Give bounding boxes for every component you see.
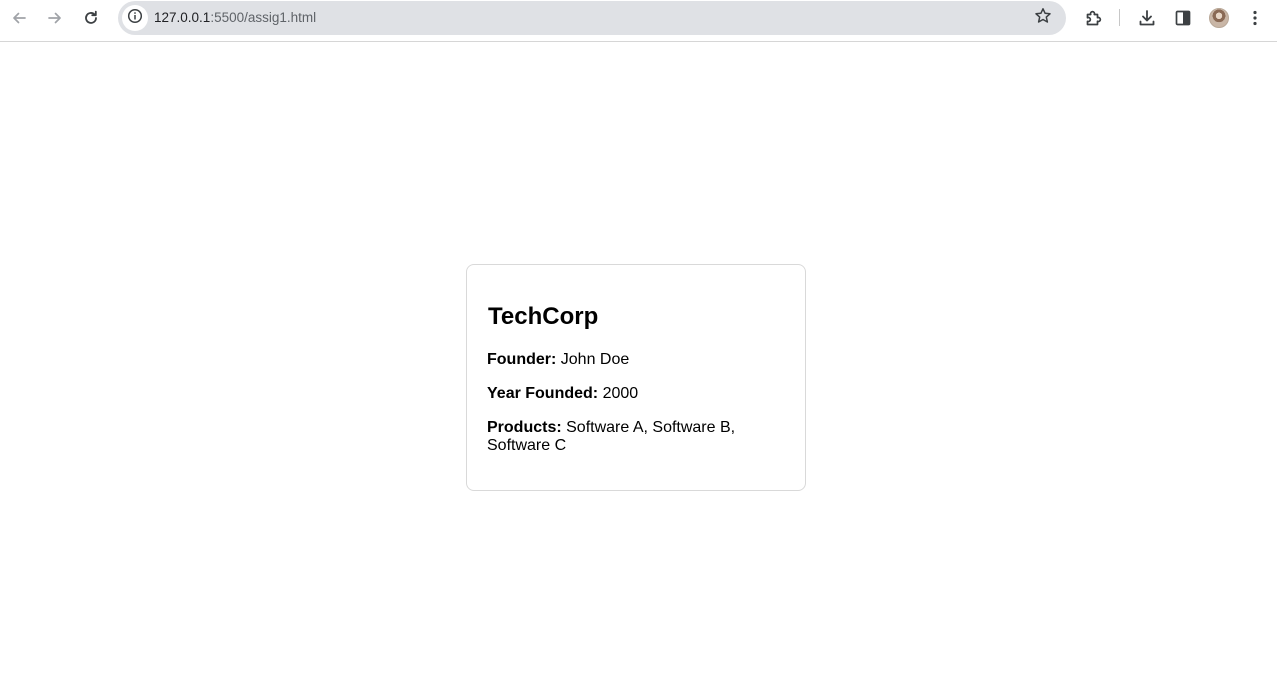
products-row: Products: Software A, Software B, Softwa… [487, 419, 757, 455]
info-icon [127, 8, 143, 29]
company-name: TechCorp [488, 303, 599, 330]
avatar[interactable] [1209, 8, 1229, 28]
star-icon [1034, 7, 1052, 30]
address-bar[interactable]: 127.0.0.1:5500/assig1.html [118, 1, 1066, 35]
url-path: :5500/assig1.html [210, 10, 317, 25]
year-founded-value: 2000 [602, 385, 639, 402]
page-content: TechCorp Founder: John Doe Year Founded:… [0, 42, 1277, 683]
menu-button[interactable] [1240, 3, 1270, 33]
year-founded-label: Year Founded: [487, 385, 599, 402]
founder-label: Founder: [487, 351, 557, 368]
browser-toolbar: 127.0.0.1:5500/assig1.html [0, 0, 1277, 42]
side-panel-button[interactable] [1168, 3, 1198, 33]
bookmark-button[interactable] [1028, 3, 1058, 33]
year-founded-row: Year Founded: 2000 [487, 385, 757, 403]
url-text[interactable]: 127.0.0.1:5500/assig1.html [154, 1, 316, 35]
founder-value: John Doe [560, 351, 630, 368]
products-label: Products: [487, 419, 562, 436]
downloads-button[interactable] [1132, 3, 1162, 33]
company-card: TechCorp Founder: John Doe Year Founded:… [466, 264, 806, 491]
side-panel-icon [1174, 9, 1192, 27]
download-icon [1137, 8, 1157, 28]
reload-icon [82, 9, 100, 27]
forward-button[interactable] [40, 3, 70, 33]
kebab-menu-icon [1246, 9, 1264, 27]
url-host: 127.0.0.1 [154, 10, 211, 25]
founder-row: Founder: John Doe [487, 351, 757, 369]
toolbar-divider [1119, 9, 1120, 26]
back-button[interactable] [4, 3, 34, 33]
reload-button[interactable] [76, 3, 106, 33]
puzzle-icon [1084, 8, 1104, 28]
arrow-left-icon [10, 9, 28, 27]
arrow-right-icon [46, 9, 64, 27]
site-info-button[interactable] [122, 5, 148, 31]
extensions-button[interactable] [1079, 3, 1109, 33]
